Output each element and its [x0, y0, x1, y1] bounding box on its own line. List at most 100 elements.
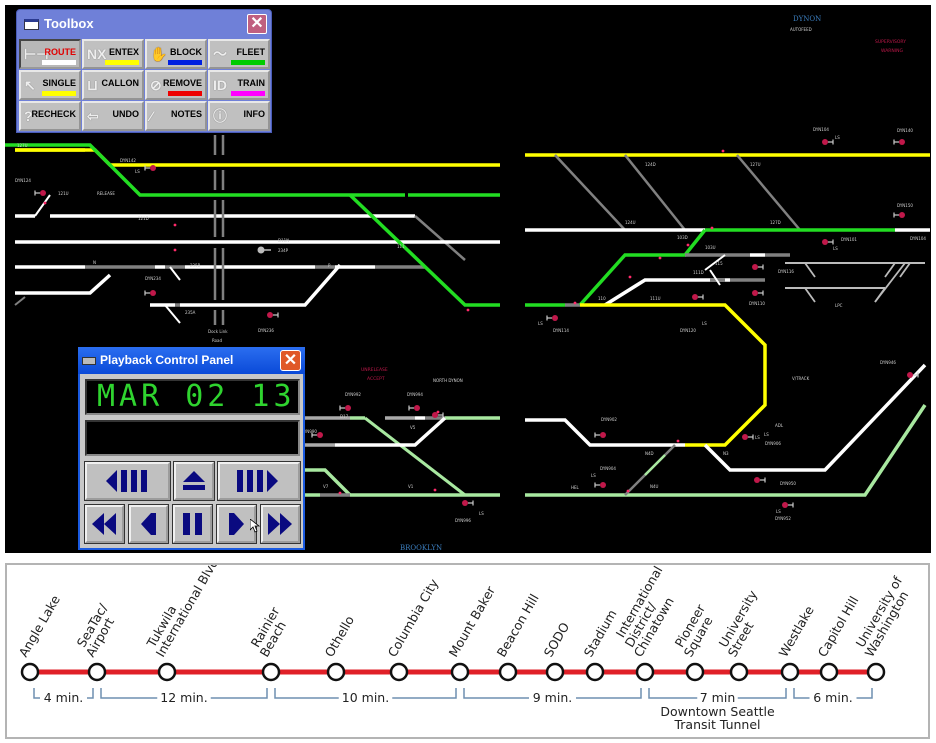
- station-marker[interactable]: Beacon Hill: [494, 591, 542, 682]
- station-marker[interactable]: SeaTac/Airport: [74, 600, 117, 682]
- signal-id-label: DYN950: [780, 481, 796, 486]
- point-indicator: [573, 301, 577, 305]
- toolbox-fleet-button[interactable]: 〜 FLEET: [208, 39, 270, 69]
- signal-icon[interactable]: [408, 405, 420, 411]
- signal-icon[interactable]: [594, 482, 606, 488]
- track-segment[interactable]: [804, 287, 816, 303]
- signal-icon[interactable]: [339, 405, 351, 411]
- track-segment[interactable]: [305, 468, 352, 497]
- track-segment[interactable]: [580, 303, 767, 447]
- travel-time-bracket: 6 min.: [793, 688, 873, 705]
- fast-forward-button[interactable]: [260, 504, 301, 544]
- signal-id-label: DYN104: [910, 236, 926, 241]
- station-marker[interactable]: PioneerSquare: [672, 601, 716, 682]
- toolbox-titlebar[interactable]: Toolbox ✕: [17, 10, 271, 38]
- step-back-button[interactable]: [128, 504, 169, 544]
- track-segment[interactable]: [5, 143, 405, 197]
- signal-icon[interactable]: [546, 315, 558, 321]
- toolbox-single-button[interactable]: ↖ SINGLE: [19, 70, 81, 100]
- signal-icon[interactable]: [144, 290, 156, 296]
- toolbox-route-button[interactable]: ⊢⊣ ROUTE: [19, 39, 81, 69]
- signal-icon[interactable]: [893, 139, 905, 145]
- toolbox-undo-button[interactable]: ⇦ UNDO: [82, 101, 144, 131]
- station-marker[interactable]: Mount Baker: [446, 583, 499, 682]
- track-segment[interactable]: [525, 418, 685, 447]
- track-segment[interactable]: [14, 296, 26, 306]
- track-segment[interactable]: [414, 215, 466, 261]
- step-back-long-button[interactable]: [84, 461, 171, 501]
- toolbox-notes-button[interactable]: ⁄ NOTES: [145, 101, 207, 131]
- track-segment[interactable]: [348, 193, 500, 307]
- track-id-label: N: [93, 260, 96, 265]
- signal-icon[interactable]: [782, 502, 794, 508]
- mode-color-swatch: [231, 91, 265, 96]
- signal-icon[interactable]: [462, 500, 474, 506]
- signal-icon[interactable]: [822, 239, 834, 245]
- track-segment[interactable]: [804, 262, 816, 278]
- station-marker[interactable]: TukwilaInternational Blvd: [143, 565, 221, 682]
- track-segment[interactable]: [15, 148, 500, 167]
- track-segment[interactable]: [709, 269, 721, 286]
- track-segment[interactable]: [884, 262, 896, 278]
- station-marker[interactable]: University ofWashington: [853, 573, 912, 682]
- track-segment[interactable]: [899, 262, 911, 278]
- track-segment[interactable]: [164, 304, 181, 324]
- travel-time-bracket: 9 min.: [463, 688, 642, 705]
- toolbox-remove-button[interactable]: ⊘ REMOVE: [145, 70, 207, 100]
- signal-icon[interactable]: [822, 139, 834, 145]
- station-marker[interactable]: InternationalDistrict/Chinatown: [613, 565, 677, 682]
- route-icon: ⊢⊣: [24, 46, 49, 62]
- station-marker[interactable]: Columbia City: [385, 576, 442, 682]
- toolbox-train-button[interactable]: ID TRAIN: [208, 70, 270, 100]
- pause-button[interactable]: [172, 504, 213, 544]
- signal-icon[interactable]: [752, 290, 764, 296]
- eject-button[interactable]: [173, 461, 215, 501]
- toolbox-entex-button[interactable]: NX ENTEX: [82, 39, 144, 69]
- playback-title: Playback Control Panel: [100, 353, 234, 367]
- toolbox-info-button[interactable]: ⓘ INFO: [208, 101, 270, 131]
- signal-icon[interactable]: [267, 312, 279, 318]
- tape-icon: [82, 357, 96, 365]
- signal-icon[interactable]: [594, 432, 606, 438]
- toolbox-recheck-button[interactable]: ? RECHECK: [19, 101, 81, 131]
- station-marker[interactable]: RainierBeach: [248, 604, 289, 682]
- station-marker[interactable]: Capitol Hill: [815, 593, 862, 682]
- toolbox-button-label: ROUTE: [44, 47, 77, 57]
- signal-icon[interactable]: [742, 434, 754, 440]
- track-segment[interactable]: [578, 228, 707, 307]
- toolbox-close-button[interactable]: ✕: [247, 14, 267, 34]
- signal-icon[interactable]: [893, 212, 905, 218]
- toolbox-button-label: TRAIN: [237, 78, 266, 88]
- signal-id-label: DYN120: [680, 328, 696, 333]
- track-segment[interactable]: [34, 194, 51, 217]
- track-segment[interactable]: [180, 263, 342, 307]
- track-segment[interactable]: [644, 454, 666, 476]
- station-marker[interactable]: UniversityStreet: [716, 587, 761, 682]
- station-marker[interactable]: Angle Lake: [16, 592, 63, 682]
- track-segment[interactable]: [736, 154, 801, 231]
- track-segment[interactable]: [604, 278, 730, 307]
- station-marker[interactable]: Westlake: [776, 603, 817, 682]
- signal-icon[interactable]: [752, 264, 764, 270]
- signal-icon[interactable]: [692, 294, 704, 300]
- signal-id-label: DYN904: [600, 466, 616, 471]
- station-name: SODO: [541, 620, 573, 660]
- track-segment[interactable]: [554, 154, 626, 231]
- toolbox-callon-button[interactable]: ⊔ CALLON: [82, 70, 144, 100]
- mode-color-swatch: [168, 60, 202, 65]
- toolbox-button-grid: ⊢⊣ ROUTE NX ENTEX ✋ BLOCK 〜 FLEET ↖ SINGLE ⊔ CALLON…: [19, 39, 270, 131]
- track-segment[interactable]: [169, 266, 181, 281]
- toolbox-block-button[interactable]: ✋ BLOCK: [145, 39, 207, 69]
- step-forward-long-button[interactable]: [217, 461, 301, 501]
- track-segment[interactable]: [15, 273, 112, 295]
- signal-icon[interactable]: [754, 477, 766, 483]
- playback-titlebar[interactable]: Playback Control Panel ✕: [78, 347, 305, 374]
- station-marker[interactable]: Stadium: [581, 607, 620, 682]
- rewind-button[interactable]: [84, 504, 125, 544]
- train-id-icon: ID: [213, 77, 227, 93]
- track-segment[interactable]: [525, 404, 927, 497]
- track-segment[interactable]: [335, 416, 447, 447]
- signal-icon[interactable]: [34, 190, 46, 196]
- travel-time-bracket: 10 min.: [274, 688, 457, 705]
- playback-close-button[interactable]: ✕: [280, 350, 301, 371]
